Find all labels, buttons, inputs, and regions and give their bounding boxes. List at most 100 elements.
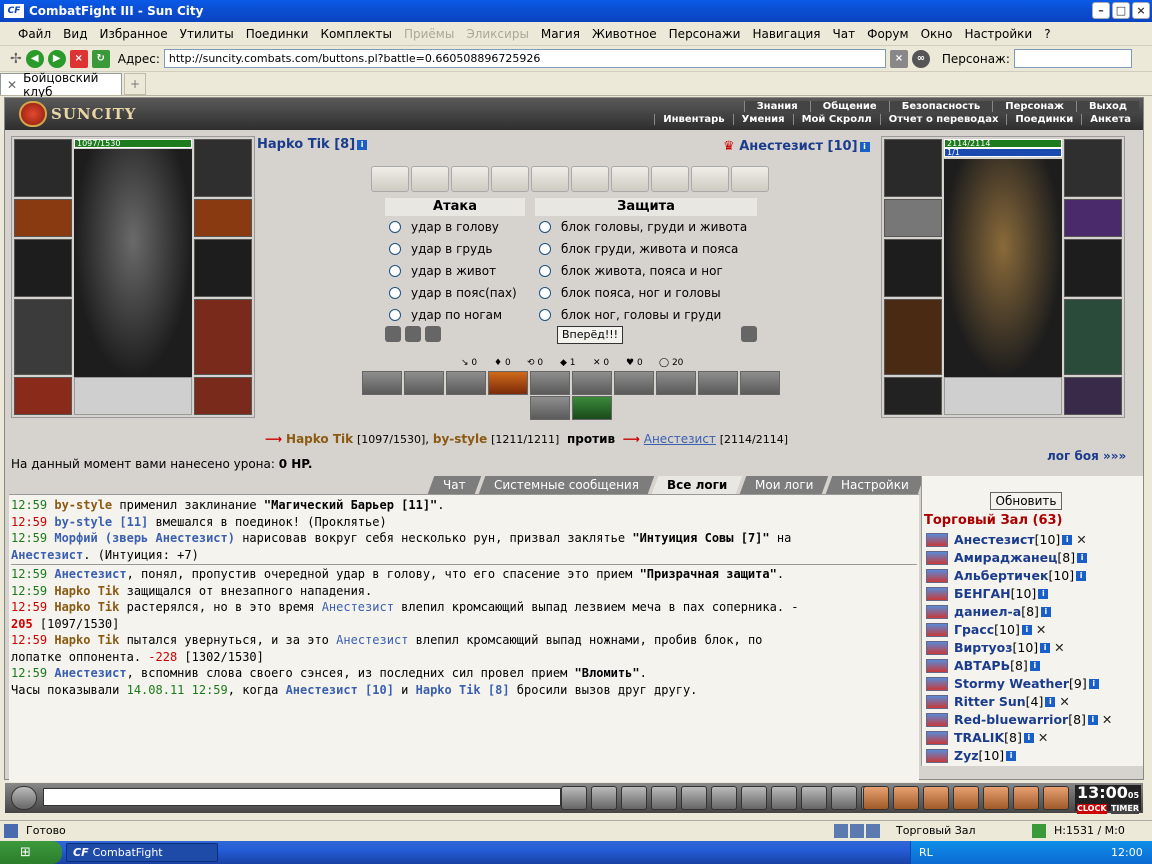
scroll-slot[interactable] [571,166,609,192]
toolbar-button[interactable] [831,786,857,810]
toolbar-button[interactable] [711,786,737,810]
block-option[interactable]: блок пояса, ног и головы [539,286,721,300]
info-icon[interactable]: i [1062,534,1073,545]
menu-item[interactable]: Избранное [93,27,173,41]
menu-item[interactable]: Файл [12,27,57,41]
binoculars-icon[interactable]: ∞ [911,49,930,68]
refresh-button[interactable]: Обновить [990,492,1062,510]
user-entry[interactable]: Ritter Sun [4] i ✕ [926,694,1070,709]
go-icon[interactable]: × [889,49,908,68]
toolbar-button[interactable] [863,786,889,810]
menu-item[interactable]: Магия [535,27,586,41]
nav-link[interactable]: Знания [743,101,810,112]
skill-button[interactable] [740,371,780,395]
stop-icon[interactable]: × [69,49,88,68]
skill-button[interactable] [572,396,612,420]
nav-link[interactable]: Выход [1075,101,1139,112]
menu-item[interactable]: Животное [586,27,663,41]
user-entry[interactable]: Альбертичек [10] i [926,568,1087,583]
scroll-slot[interactable] [451,166,489,192]
info-icon[interactable]: i [1076,570,1087,581]
nav-link[interactable]: Поединки [1006,114,1081,125]
forward-button[interactable]: Вперёд!!! [557,326,623,344]
skill-button[interactable] [446,371,486,395]
toolbar-button[interactable] [953,786,979,810]
toolbar-button[interactable] [621,786,647,810]
attack-option[interactable]: удар в пояс(пах) [389,286,517,300]
nav-link[interactable]: Общение [809,101,889,112]
refresh-combat-icon[interactable] [741,326,757,342]
info-icon[interactable]: i [1029,660,1040,671]
user-name[interactable]: АВТАРЬ [954,658,1010,673]
user-name[interactable]: даниел-а [954,604,1021,619]
minimize-button[interactable]: – [1092,2,1110,19]
info-icon[interactable]: i [1023,732,1034,743]
armor-slot[interactable] [884,299,942,375]
toolbar-button[interactable] [923,786,949,810]
log-tab[interactable]: Все логи [651,476,743,494]
user-entry[interactable]: Stormy Weather [9] i [926,676,1099,691]
toolbar-button[interactable] [741,786,767,810]
enemy-name[interactable]: ♛ Анестезист [10] i [723,139,870,154]
block-option[interactable]: блок живота, пояса и ног [539,264,723,278]
tactic-icon[interactable] [385,326,401,342]
tactic-icon[interactable] [405,326,421,342]
private-message-icon[interactable] [926,748,948,763]
private-message-icon[interactable] [926,532,948,547]
menu-item[interactable]: Утилиты [174,27,240,41]
weapon-slot[interactable] [1064,199,1122,237]
glove-slot[interactable] [14,239,72,297]
shield-slot[interactable] [194,239,252,297]
radio-button[interactable] [389,221,401,233]
armor-slot[interactable] [14,299,72,375]
status-icon[interactable] [834,823,848,838]
radio-button[interactable] [389,243,401,255]
shield-slot[interactable] [1064,239,1122,297]
radio-button[interactable] [539,265,551,277]
private-message-icon[interactable] [926,604,948,619]
belt-slot[interactable] [14,377,72,415]
chat-nick[interactable]: Анестезист [10] [286,683,394,697]
user-entry[interactable]: Амираджанец [8] i [926,550,1088,565]
block-option[interactable]: блок головы, груди и живота [539,220,747,234]
user-entry[interactable]: даниел-а [8] i [926,604,1051,619]
vs-player1[interactable]: Hapko Tik [286,432,353,446]
start-button[interactable]: ⊞ [0,841,62,864]
user-entry[interactable]: Анестезист [10] i ✕ [926,532,1087,547]
skill-button[interactable] [572,371,612,395]
user-entry[interactable]: АВТАРЬ [8] i [926,658,1040,673]
character-select[interactable] [1013,49,1132,68]
skill-button[interactable] [404,371,444,395]
private-message-icon[interactable] [926,550,948,565]
chat-nick[interactable]: Анестезист [54,666,126,680]
nav-link[interactable]: Мой Скролл [792,114,880,125]
user-name[interactable]: Грасс [954,622,994,637]
info-icon[interactable]: i [1045,696,1056,707]
skill-button[interactable] [530,396,570,420]
helmet-slot[interactable] [884,139,942,197]
toolbar-button[interactable] [801,786,827,810]
attack-option[interactable]: удар в грудь [389,242,492,256]
toolbar-button[interactable] [561,786,587,810]
empty-slots[interactable] [944,377,1062,415]
user-name[interactable]: Анестезист [954,532,1035,547]
nav-link[interactable]: Персонаж [992,101,1076,112]
info-icon[interactable]: i [357,139,368,150]
skill-button[interactable] [488,371,528,395]
skill-button[interactable] [698,371,738,395]
log-tab[interactable]: Чат [427,476,481,494]
chat-nick[interactable]: Анестезист [322,600,394,614]
attack-option[interactable]: удар в голову [389,220,499,234]
radio-button[interactable] [539,309,551,321]
language-indicator[interactable]: RL [919,846,933,859]
legs-slot[interactable] [1064,299,1122,375]
info-icon[interactable]: i [859,141,870,152]
weapon-slot[interactable] [194,199,252,237]
toolbar-button[interactable] [591,786,617,810]
timer-label[interactable]: TIMER [1110,804,1139,814]
radio-button[interactable] [539,287,551,299]
ring-slots[interactable] [1064,139,1122,197]
chat-nick[interactable]: Hapko Tik [54,633,119,647]
scroll-slot[interactable] [611,166,649,192]
user-name[interactable]: БЕНГАН [954,586,1011,601]
